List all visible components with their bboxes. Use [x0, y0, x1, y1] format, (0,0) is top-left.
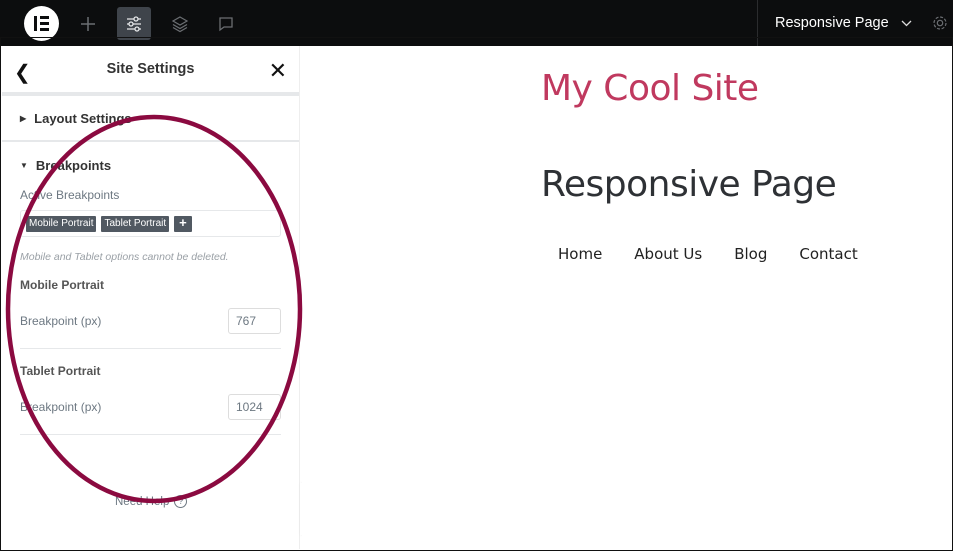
nav-menu: Home About Us Blog Contact	[542, 242, 874, 266]
site-title[interactable]: My Cool Site	[541, 68, 759, 109]
breakpoints-content: Active Breakpoints Mobile Portrait Table…	[2, 188, 299, 435]
tablet-breakpoint-input[interactable]	[228, 394, 281, 420]
section-label: Breakpoints	[35, 157, 112, 173]
caret-down-icon: ▼	[20, 160, 28, 170]
panel-header: ❮ Site Settings ✕	[2, 46, 299, 96]
back-button[interactable]: ❮	[14, 60, 31, 85]
mobile-breakpoint-row: Breakpoint (px)	[20, 308, 281, 334]
caret-right-icon: ▶	[20, 113, 27, 123]
divider	[20, 434, 281, 435]
mobile-portrait-title: Mobile Portrait	[20, 278, 105, 292]
tag-mobile-portrait[interactable]: Mobile Portrait	[26, 216, 97, 232]
need-help-label: Need Help	[115, 495, 170, 508]
site-settings-panel: ❮ Site Settings ✕ ▶ Layout Settings ▼ Br…	[2, 46, 300, 549]
nav-item-blog[interactable]: Blog	[718, 242, 783, 266]
chevron-down-icon	[901, 20, 912, 26]
page-heading[interactable]: Responsive Page	[541, 164, 837, 205]
section-breakpoints[interactable]: ▼ Breakpoints	[2, 142, 299, 188]
sliders-icon	[127, 15, 141, 32]
page-preview: My Cool Site Responsive Page Home About …	[302, 46, 951, 549]
mobile-breakpoint-label: Breakpoint (px)	[20, 314, 102, 328]
need-help-link[interactable]: Need Help ?	[115, 495, 188, 508]
section-layout-settings[interactable]: ▶ Layout Settings	[2, 96, 299, 142]
tablet-breakpoint-label: Breakpoint (px)	[20, 400, 102, 414]
panel-title: Site Settings	[106, 61, 195, 77]
elementor-logo-icon[interactable]	[24, 6, 59, 41]
mobile-breakpoint-input[interactable]	[228, 308, 281, 334]
site-settings-button[interactable]	[117, 7, 151, 40]
breakpoints-hint: Mobile and Tablet options cannot be dele…	[20, 251, 229, 263]
add-breakpoint-button[interactable]: +	[174, 216, 192, 232]
comments-button[interactable]	[209, 7, 243, 40]
tablet-portrait-title: Tablet Portrait	[20, 364, 101, 378]
active-breakpoints-select[interactable]: Mobile Portrait Tablet Portrait +	[20, 210, 281, 237]
layers-icon	[171, 15, 189, 32]
tablet-breakpoint-row: Breakpoint (px)	[20, 394, 281, 420]
nav-item-home[interactable]: Home	[542, 242, 618, 266]
page-selector-label: Responsive Page	[775, 15, 889, 31]
gear-icon[interactable]	[931, 14, 949, 32]
active-breakpoints-label: Active Breakpoints	[20, 188, 120, 202]
divider	[20, 348, 281, 349]
comment-icon	[219, 16, 233, 31]
section-label: Layout Settings	[34, 110, 132, 126]
nav-item-contact[interactable]: Contact	[783, 242, 873, 266]
close-button[interactable]: ✕	[269, 58, 287, 84]
add-element-button[interactable]	[71, 7, 105, 40]
tag-tablet-portrait[interactable]: Tablet Portrait	[101, 216, 170, 232]
structure-button[interactable]	[163, 7, 197, 40]
nav-item-about-us[interactable]: About Us	[618, 242, 718, 266]
help-icon: ?	[174, 495, 188, 508]
plus-icon	[81, 16, 95, 31]
